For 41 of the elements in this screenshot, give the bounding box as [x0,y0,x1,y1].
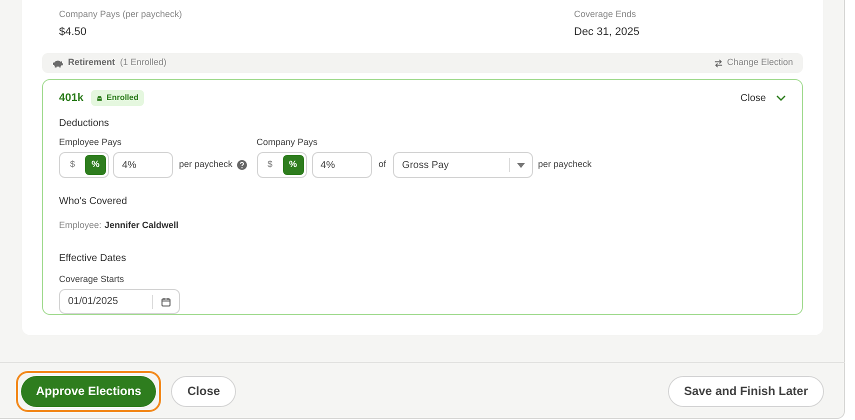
field-label: Coverage Starts [59,272,126,286]
field-value: 4% [122,158,136,172]
unit-option[interactable]: % [282,155,304,175]
collapse-toggle[interactable]: Close [740,90,786,106]
field-label: Coverage Ends [574,8,638,21]
field-value: 01/01/2025 [67,295,120,309]
unit-option[interactable]: % [85,155,106,175]
input-field[interactable]: 4% [113,152,173,178]
input-field[interactable]: 4% [312,152,372,178]
date-field[interactable]: 01/01/2025 [59,289,180,314]
field-label: Employee Pays [59,136,123,149]
connector-text: of [378,158,386,172]
caret-icon [517,162,526,168]
field-value: 4% [320,158,335,172]
field-value: Dec 31, 2025 [574,24,640,40]
field-label: Company Pays (per paycheck) [59,8,184,21]
help-icon[interactable] [236,160,247,170]
secondary-button[interactable]: Save and Finish Later [668,376,824,406]
field-value: $4.50 [59,24,88,40]
section-title: Retirement [68,56,116,70]
chevron-down-icon [776,95,786,102]
plan-name: 401k [59,91,84,106]
approve-button[interactable]: Approve Elections [21,376,156,406]
dropdown-value: Gross Pay [401,158,450,172]
calendar-icon[interactable] [161,296,171,306]
section-heading: Effective Dates [59,252,128,266]
suffix-text: per paycheck [179,158,233,172]
section-heading: Deductions [59,116,110,130]
enrolled-badge: Enrolled [91,90,144,106]
swap-arrows-icon [714,58,723,68]
enrolled-count: (1 Enrolled) [120,56,167,70]
suffix-text: per paycheck [538,158,592,172]
section-heading: Who's Covered [59,195,128,209]
badge-icon [96,94,104,102]
unit-option[interactable]: $ [62,155,83,175]
field-label: Company Pays [256,136,319,149]
piggy-bank-icon [52,58,63,68]
employee-name: Jennifer Caldwell [104,219,179,232]
basis-dropdown[interactable]: Gross Pay [393,152,534,178]
unit-option[interactable]: $ [260,155,281,175]
field-label: Employee: [59,219,102,232]
